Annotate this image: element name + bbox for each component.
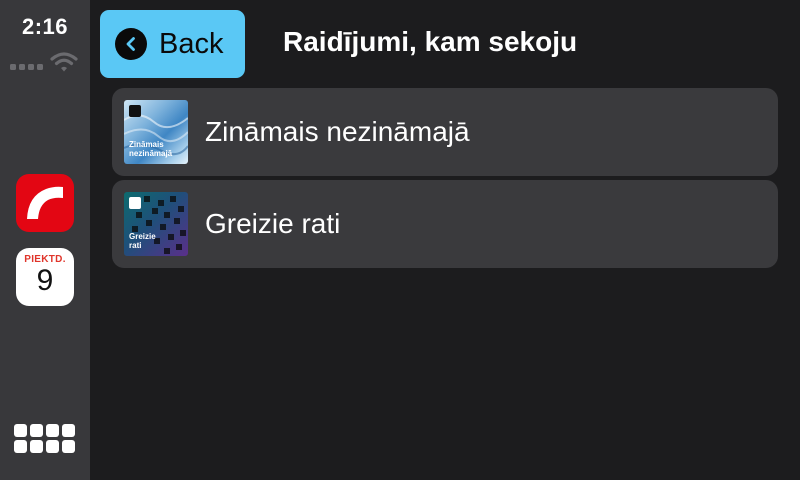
artwork-text: Zināmais xyxy=(129,140,164,149)
back-label: Back xyxy=(159,27,224,60)
followed-shows-list: Zināmais nezināmajā Zināmais nezināmajā xyxy=(112,88,778,268)
list-item-label: Zināmais nezināmajā xyxy=(205,116,470,147)
podcast-artwork: Zināmais nezināmajā xyxy=(124,100,188,164)
podcast-artwork: Greizie rati xyxy=(124,192,188,256)
clock: 2:16 xyxy=(21,14,69,39)
back-button[interactable]: Back xyxy=(100,10,245,78)
radio-logo-icon xyxy=(27,186,63,219)
dock: 2:16 PIEKTD. 9 xyxy=(0,0,90,480)
radio-app-button[interactable] xyxy=(16,174,74,232)
cellular-signal-icon xyxy=(10,64,43,70)
list-item-greizie-rati[interactable]: Greizie rati Greizie rati xyxy=(112,180,778,268)
artwork-text: rati xyxy=(129,241,142,250)
wifi-icon xyxy=(50,52,78,72)
calendar-app-button[interactable]: PIEKTD. 9 xyxy=(16,248,74,306)
list-item-zinamais-nezinamaja[interactable]: Zināmais nezināmajā Zināmais nezināmajā xyxy=(112,88,778,176)
artwork-text: nezināmajā xyxy=(129,149,173,158)
calendar-date: 9 xyxy=(36,264,54,297)
artwork-text: Greizie xyxy=(129,232,156,241)
page-title: Raidījumi, kam sekoju xyxy=(283,26,578,57)
chevron-left-icon xyxy=(115,28,147,60)
app-grid-icon[interactable] xyxy=(14,424,76,456)
lr-logo-icon xyxy=(129,105,141,117)
carplay-screen: 2:16 PIEKTD. 9 Back Raidījumi, kam sekoj… xyxy=(0,0,800,480)
lr-logo-icon xyxy=(129,197,141,209)
list-item-label: Greizie rati xyxy=(205,208,341,239)
